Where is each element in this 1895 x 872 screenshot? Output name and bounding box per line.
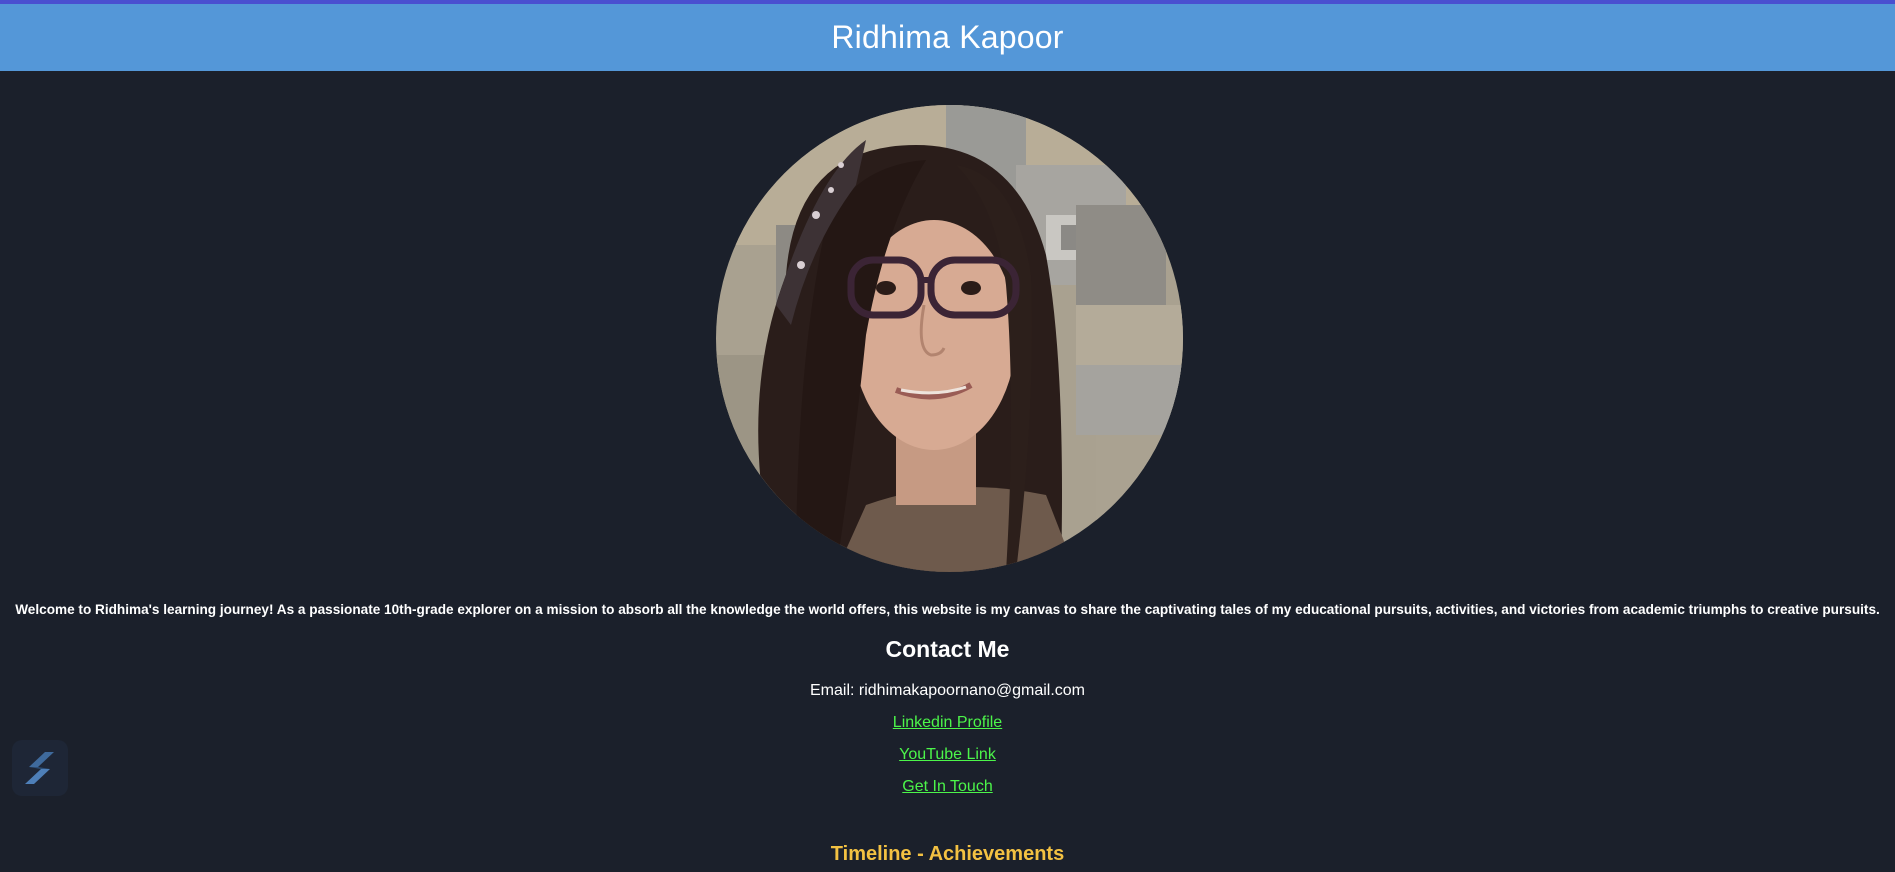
timeline-heading: Timeline - Achievements <box>830 843 1065 865</box>
contact-heading: Contact Me <box>885 636 1010 662</box>
intro-text: Welcome to Ridhima's learning journey! A… <box>15 602 1880 617</box>
get-in-touch-link-row: Get In Touch <box>0 778 1895 796</box>
contact-email: Email: ridhimakapoornano@gmail.com <box>809 682 1086 699</box>
youtube-link-row: YouTube Link <box>0 746 1895 764</box>
youtube-link[interactable]: YouTube Link <box>899 746 996 763</box>
site-title: Ridhima Kapoor <box>831 19 1064 55</box>
linkedin-profile-link[interactable]: Linkedin Profile <box>893 714 1002 731</box>
site-header: Ridhima Kapoor <box>0 4 1895 71</box>
linkedin-link-row: Linkedin Profile <box>0 714 1895 732</box>
profile-photo <box>716 105 1183 572</box>
s-logo-icon <box>25 752 54 784</box>
get-in-touch-link[interactable]: Get In Touch <box>902 778 992 795</box>
profile-photo-image <box>716 105 1183 572</box>
floating-widget-button[interactable] <box>12 740 68 796</box>
